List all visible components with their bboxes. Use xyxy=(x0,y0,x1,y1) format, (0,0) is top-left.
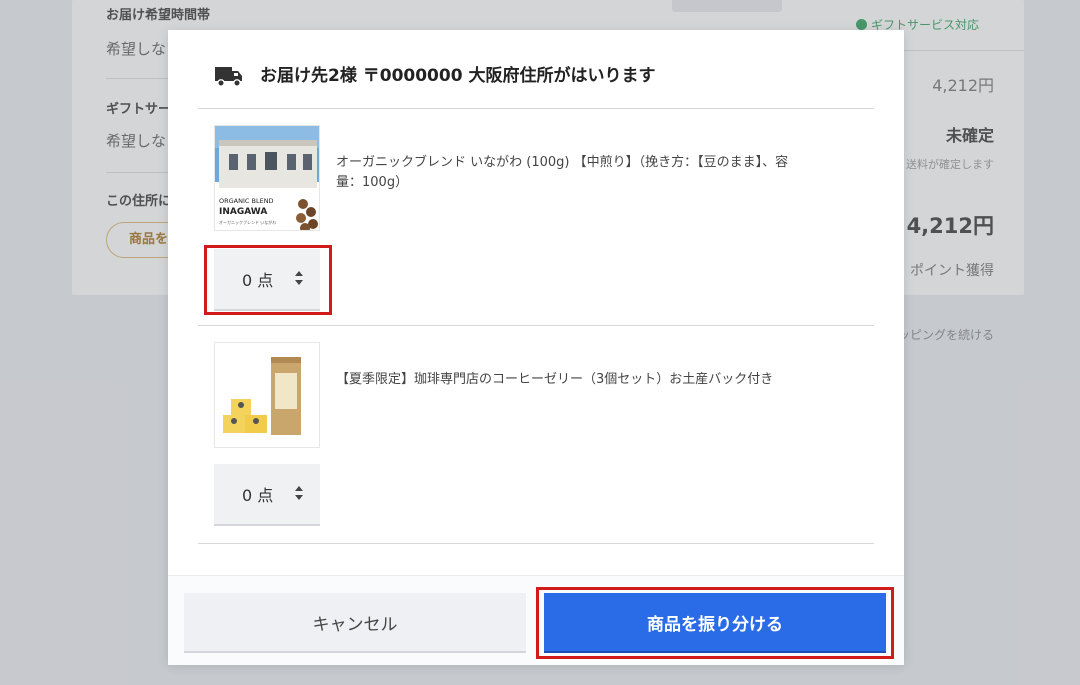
product-name: 【夏季限定】珈琲専門店のコーヒーゼリー（3個セット）お土産バック付き xyxy=(336,372,774,387)
quantity-stepper[interactable]: 0 点 xyxy=(214,464,320,526)
sort-arrows-icon xyxy=(295,271,303,285)
modal-title: お届け先2様 〒0000000 大阪府住所がはいります xyxy=(260,66,656,86)
product-image-text: オーガニックブレンド いながわ xyxy=(219,219,276,225)
product-image-text: ORGANIC BLEND xyxy=(219,197,274,205)
modal-footer: キャンセル 商品を振り分ける xyxy=(168,575,904,665)
product-photo-coffee-jelly xyxy=(215,343,319,447)
list-item: 【夏季限定】珈琲専門店のコーヒーゼリー（3個セット）お土産バック付き 0 点 xyxy=(214,342,874,542)
assign-products-submit-button[interactable]: 商品を振り分ける xyxy=(544,593,886,653)
product-image xyxy=(214,342,320,448)
cancel-button[interactable]: キャンセル xyxy=(184,593,526,653)
assign-products-modal: お届け先2様 〒0000000 大阪府住所がはいります ORGANIC BLEN… xyxy=(168,30,904,665)
product-image: ORGANIC BLEND INAGAWA オーガニックブレンド いながわ xyxy=(214,125,320,231)
product-name: オーガニックブレンド いながわ (100g) 【中煎り】（挽き方：【豆のまま】、… xyxy=(336,155,789,190)
quantity-value: 0 点 xyxy=(242,486,274,505)
list-item: ORGANIC BLEND INAGAWA オーガニックブレンド いながわ オー… xyxy=(204,125,874,325)
sort-arrows-icon xyxy=(295,486,303,500)
product-photo-inagawa: ORGANIC BLEND INAGAWA オーガニックブレンド いながわ xyxy=(215,126,319,230)
item-divider xyxy=(198,325,874,326)
quantity-stepper[interactable]: 0 点 xyxy=(214,249,320,311)
item-divider xyxy=(198,543,874,544)
truck-icon xyxy=(215,67,242,87)
quantity-value: 0 点 xyxy=(242,271,274,290)
modal-header: お届け先2様 〒0000000 大阪府住所がはいります xyxy=(198,64,874,109)
product-image-text: INAGAWA xyxy=(219,207,267,217)
